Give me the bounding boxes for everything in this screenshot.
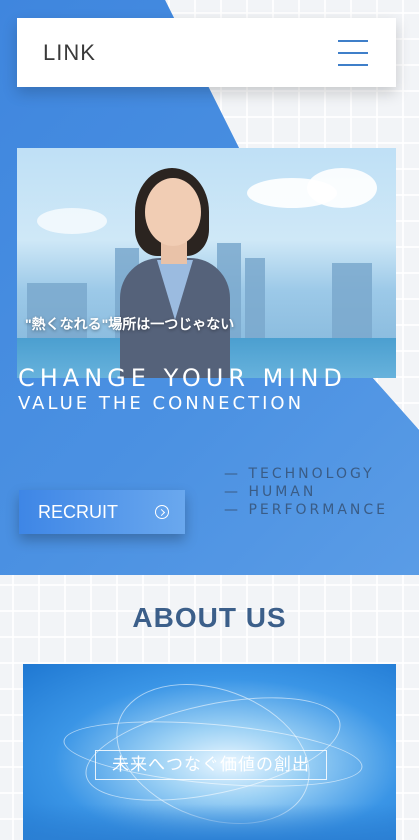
hamburger-menu-icon[interactable] <box>338 39 368 66</box>
menu-line-bottom <box>338 63 368 66</box>
menu-line-middle <box>338 51 368 54</box>
site-header: LINK <box>17 18 396 87</box>
city-skyline-shape <box>23 804 396 840</box>
about-image-card[interactable]: 未来へつなぐ価値の創出 <box>23 664 396 840</box>
menu-line-top <box>338 39 368 42</box>
hero-tagline-main: CHANGE YOUR MIND <box>18 364 347 392</box>
keyword-list: — TECHNOLOGY — HUMAN — PERFORMANCE <box>224 465 388 519</box>
keyword-human: — HUMAN <box>224 484 317 500</box>
hero-caption: "熱くなれる"場所は一つじゃない <box>25 316 235 332</box>
building-shape <box>332 263 372 343</box>
keyword-performance: — PERFORMANCE <box>224 502 389 518</box>
cloud-shape <box>37 208 107 234</box>
site-logo[interactable]: LINK <box>43 40 96 66</box>
hero-photo: "熱くなれる"場所は一つじゃない <box>17 148 396 378</box>
building-shape <box>245 258 265 348</box>
person-head-shape <box>145 178 201 246</box>
keyword-technology: — TECHNOLOGY <box>224 466 375 482</box>
cloud-shape <box>307 168 377 208</box>
arrow-circle-right-icon <box>155 505 169 519</box>
building-shape <box>27 283 87 343</box>
about-section-title: ABOUT US <box>132 602 287 633</box>
about-caption: 未来へつなぐ価値の創出 <box>95 750 327 780</box>
hero-tagline-sub: VALUE THE CONNECTION <box>18 393 305 414</box>
recruit-button[interactable]: RECRUIT <box>19 490 185 534</box>
recruit-button-label: RECRUIT <box>38 501 118 522</box>
